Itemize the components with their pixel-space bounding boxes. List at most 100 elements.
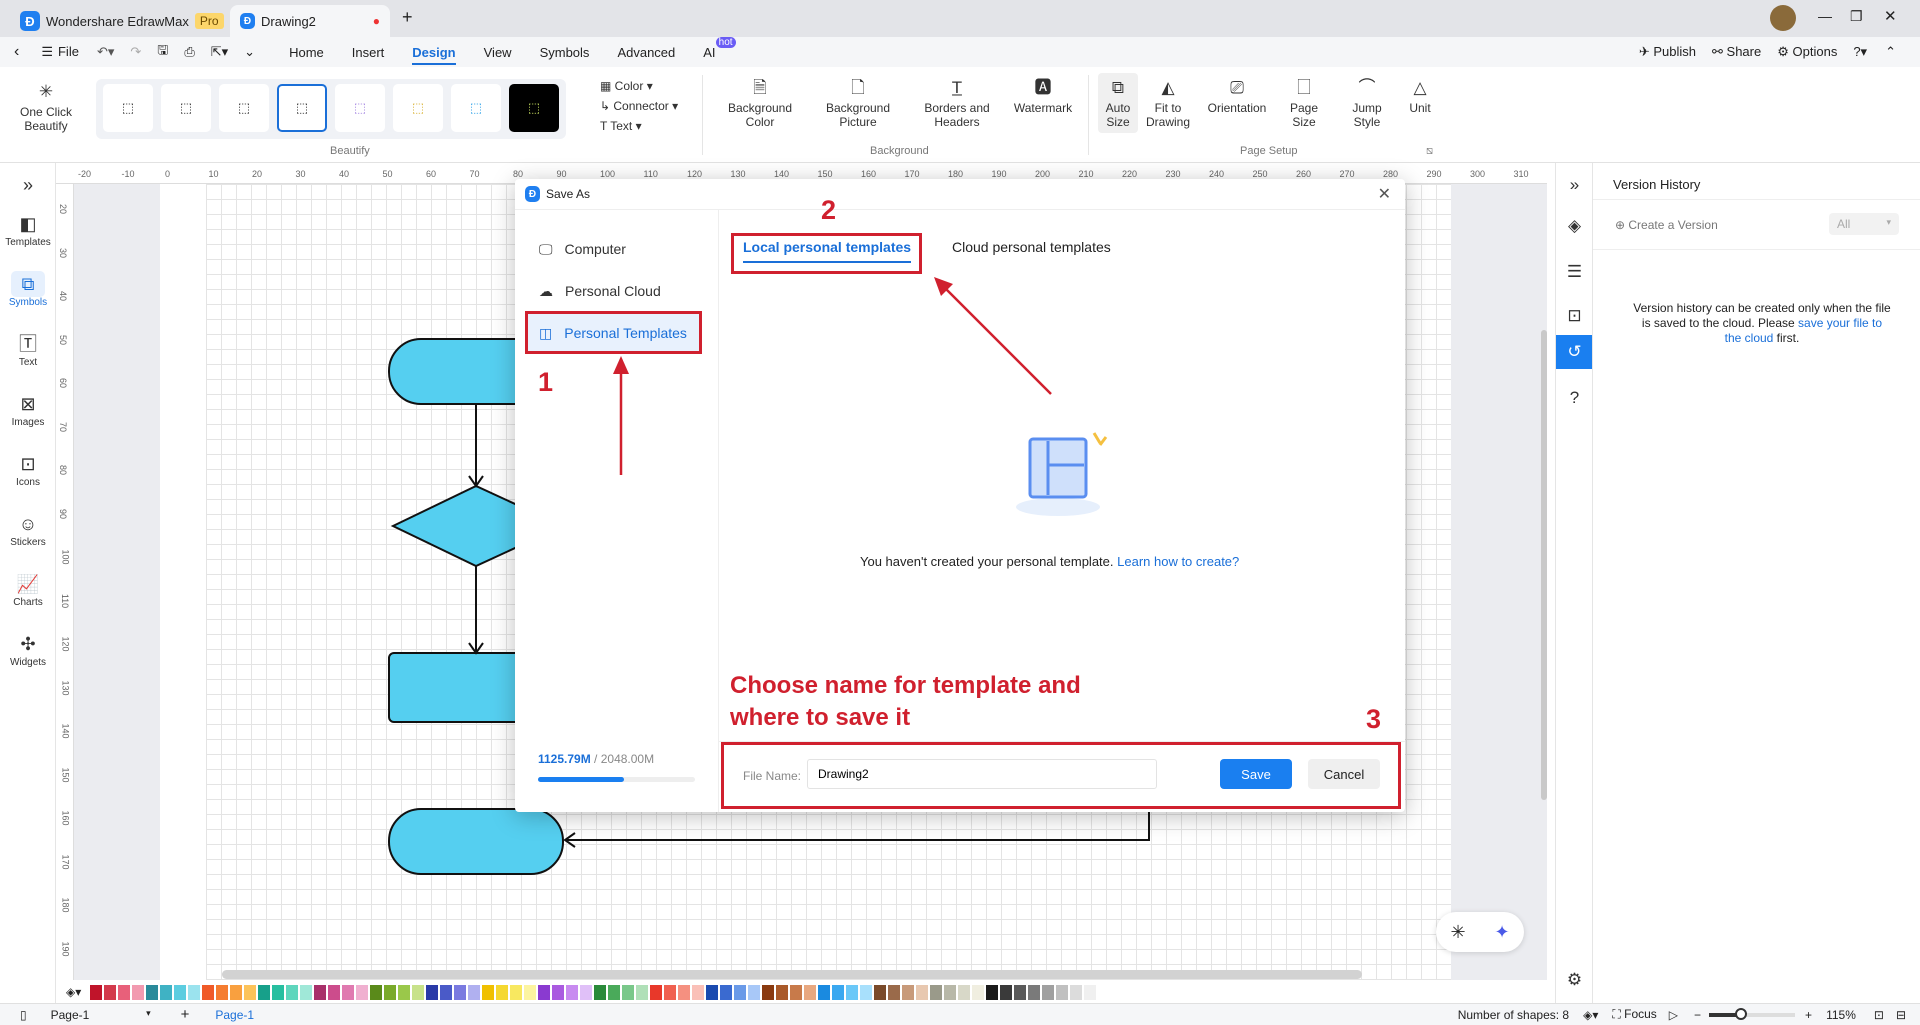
color-swatch[interactable] (188, 984, 200, 1000)
one-click-beautify-button[interactable]: ✳ One Click Beautify (14, 81, 78, 133)
color-swatch[interactable] (1084, 984, 1096, 1000)
color-swatch[interactable] (146, 984, 158, 1000)
color-swatch[interactable] (902, 984, 914, 1000)
color-swatch[interactable] (524, 984, 536, 1000)
color-swatch[interactable] (258, 984, 270, 1000)
color-swatch[interactable] (300, 984, 312, 1000)
color-swatch[interactable] (636, 984, 648, 1000)
page-select[interactable]: Page-1 ▾ (51, 1008, 151, 1022)
color-swatch[interactable] (734, 984, 746, 1000)
layers-icon[interactable]: ◈▾ (1583, 1008, 1598, 1022)
add-page-button[interactable]: + (181, 1006, 190, 1023)
color-swatch[interactable] (818, 984, 830, 1000)
sidebar-item-widgets[interactable]: ✣ Widgets (0, 631, 56, 668)
zoom-in-button[interactable]: + (1805, 1008, 1812, 1022)
color-swatch[interactable] (496, 984, 508, 1000)
tab-view[interactable]: View (470, 37, 526, 67)
style-thumb[interactable]: ⬚ (219, 84, 269, 132)
color-swatch[interactable] (762, 984, 774, 1000)
color-swatch[interactable] (538, 984, 550, 1000)
app-tab[interactable]: Ð Wondershare EdrawMax Pro (10, 5, 234, 37)
background-picture-button[interactable]: 🗋 Background Picture (818, 77, 898, 129)
fit-page-icon[interactable]: ⊡ (1874, 1008, 1884, 1022)
collapse-ribbon-icon[interactable]: ⌃ (1875, 44, 1920, 60)
jump-style-button[interactable]: ⌒ Jump Style (1346, 77, 1388, 129)
save-icon[interactable]: 🖫 (149, 41, 176, 63)
version-history-icon[interactable]: ↺ (1556, 335, 1593, 369)
color-swatch[interactable] (748, 984, 760, 1000)
color-button[interactable]: ▦ Color ▾ (600, 79, 653, 93)
auto-size-button[interactable]: ⧉ Auto Size (1098, 73, 1138, 133)
fill-tool-icon[interactable]: ◈▾ (66, 985, 81, 999)
color-swatch[interactable] (1014, 984, 1026, 1000)
color-swatch[interactable] (846, 984, 858, 1000)
color-swatch[interactable] (944, 984, 956, 1000)
style-thumb[interactable]: ⬚ (393, 84, 443, 132)
color-swatch[interactable] (790, 984, 802, 1000)
color-swatch[interactable] (244, 984, 256, 1000)
color-swatch[interactable] (440, 984, 452, 1000)
fill-icon[interactable]: ◈ (1556, 209, 1593, 243)
color-swatch[interactable] (1070, 984, 1082, 1000)
tab-insert[interactable]: Insert (338, 37, 399, 67)
color-swatch[interactable] (104, 984, 116, 1000)
color-swatch[interactable] (202, 984, 214, 1000)
color-swatch[interactable] (510, 984, 522, 1000)
watermark-button[interactable]: 🅰 Watermark (1008, 77, 1078, 115)
color-swatch[interactable] (426, 984, 438, 1000)
publish-button[interactable]: ✈ Publish (1631, 44, 1704, 60)
fit-to-drawing-button[interactable]: ◭ Fit to Drawing (1144, 77, 1192, 129)
color-swatch[interactable] (132, 984, 144, 1000)
color-swatch[interactable] (314, 984, 326, 1000)
create-version-button[interactable]: ⊕ Create a Version (1615, 218, 1718, 232)
color-swatch[interactable] (566, 984, 578, 1000)
play-icon[interactable]: ▷ (1669, 1008, 1678, 1022)
color-swatch[interactable] (860, 984, 872, 1000)
page-tab[interactable]: Page-1 (215, 1008, 254, 1022)
color-swatch[interactable] (916, 984, 928, 1000)
sidebar-item-charts[interactable]: 📈 Charts (0, 571, 56, 608)
page-panel-icon[interactable]: ▯ (20, 1008, 27, 1022)
focus-button[interactable]: ⛶ Focus (1612, 1007, 1656, 1022)
version-filter-select[interactable]: All ▾ (1829, 213, 1899, 235)
color-swatch[interactable] (398, 984, 410, 1000)
color-swatch[interactable] (412, 984, 424, 1000)
presentation-icon[interactable]: ⊡ (1556, 299, 1593, 333)
color-swatch[interactable] (972, 984, 984, 1000)
sparkle-icon[interactable]: ✳ (1450, 922, 1465, 943)
color-swatch[interactable] (706, 984, 718, 1000)
color-swatch[interactable] (678, 984, 690, 1000)
back-icon[interactable]: ‹ (0, 43, 31, 61)
minimize-button[interactable]: — (1818, 8, 1832, 24)
help-icon[interactable]: ?▾ (1845, 44, 1875, 60)
color-swatch[interactable] (608, 984, 620, 1000)
unit-button[interactable]: △ Unit (1400, 77, 1440, 115)
tab-design[interactable]: Design (398, 37, 469, 67)
color-swatch[interactable] (650, 984, 662, 1000)
color-swatch[interactable] (328, 984, 340, 1000)
color-swatch[interactable] (958, 984, 970, 1000)
sidebar-item-symbols[interactable]: ⧉ Symbols (0, 271, 56, 308)
zoom-level[interactable]: 115% (1826, 1008, 1856, 1022)
zoom-out-button[interactable]: − (1694, 1008, 1701, 1022)
style-thumb-selected[interactable]: ⬚ (277, 84, 327, 132)
fullscreen-icon[interactable]: ⊟ (1896, 1008, 1906, 1022)
color-swatch[interactable] (272, 984, 284, 1000)
print-icon[interactable]: ⎙ (176, 44, 202, 60)
color-swatch[interactable] (720, 984, 732, 1000)
borders-headers-button[interactable]: T̲ Borders and Headers (918, 77, 996, 129)
restore-button[interactable]: ❐ (1850, 8, 1863, 25)
color-swatch[interactable] (804, 984, 816, 1000)
sidebar-item-templates[interactable]: ◧ Templates (0, 211, 56, 248)
file-menu[interactable]: ☰ File (31, 44, 89, 60)
orientation-button[interactable]: ⎚ Orientation (1200, 77, 1274, 115)
color-swatch[interactable] (468, 984, 480, 1000)
close-window-button[interactable]: ✕ (1884, 7, 1897, 25)
color-swatch[interactable] (1028, 984, 1040, 1000)
color-swatch[interactable] (874, 984, 886, 1000)
color-swatch[interactable] (986, 984, 998, 1000)
location-personal-cloud[interactable]: ☁ Personal Cloud (525, 271, 702, 311)
redo-icon[interactable]: ↷ (122, 44, 149, 60)
text-button[interactable]: T Text ▾ (600, 119, 642, 133)
close-dialog-button[interactable]: ✕ (1378, 184, 1391, 204)
